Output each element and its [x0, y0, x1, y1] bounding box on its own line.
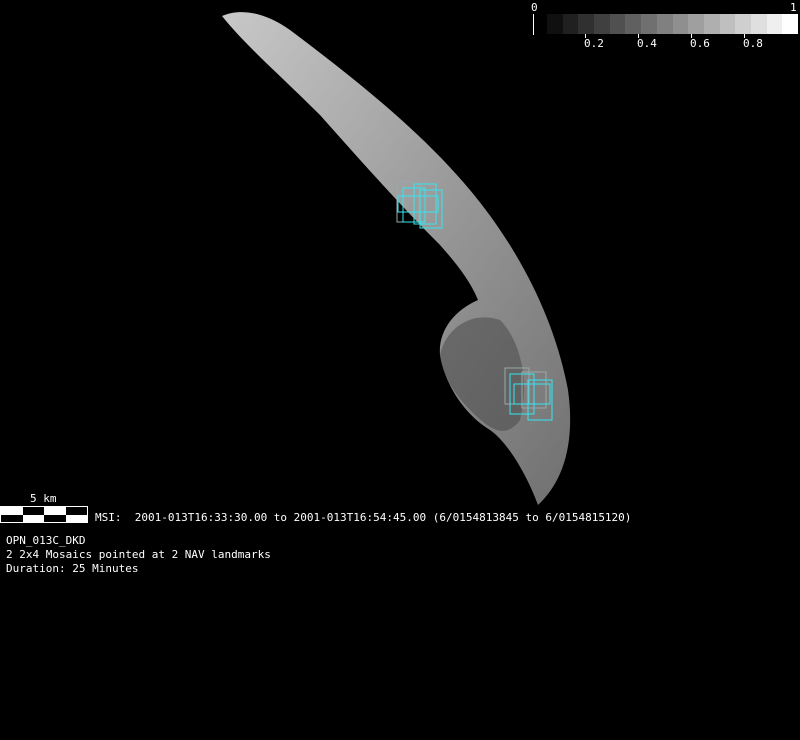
colorbar-swatch: [594, 14, 610, 34]
scale-bar-cell: [1, 514, 23, 522]
scale-bar: [0, 506, 88, 523]
colorbar-swatch: [719, 14, 736, 34]
scale-bar-cell: [44, 514, 66, 522]
colorbar: [547, 14, 798, 34]
observation-duration: Duration: 25 Minutes: [6, 562, 139, 575]
msi-time-range: MSI: 2001-013T16:33:30.00 to 2001-013T16…: [95, 511, 632, 524]
colorbar-swatch: [609, 14, 626, 34]
colorbar-swatch: [578, 14, 595, 34]
msi-observation-view: 0 1 0.2 0.4 0.6 0.8 5 km MSI: 2001-013T1…: [0, 0, 800, 740]
colorbar-swatch: [656, 14, 673, 34]
colorbar-swatch: [688, 14, 704, 34]
colorbar-swatch: [703, 14, 720, 34]
observation-name: OPN_013C_DKD: [6, 534, 86, 547]
colorbar-swatch: [766, 14, 783, 34]
scale-bar-cell: [1, 507, 23, 515]
colorbar-tick-label: 0.8: [743, 37, 763, 50]
scale-bar-cell: [22, 507, 44, 515]
colorbar-swatch: [672, 14, 689, 34]
colorbar-swatch: [641, 14, 657, 34]
scale-bar-cell: [44, 507, 66, 515]
colorbar-swatch: [547, 14, 563, 34]
scale-bar-label: 5 km: [30, 492, 57, 505]
observation-description: 2 2x4 Mosaics pointed at 2 NAV landmarks: [6, 548, 271, 561]
colorbar-swatch: [782, 14, 798, 34]
asteroid-image: [222, 12, 571, 506]
colorbar-tick-label: 0.4: [637, 37, 657, 50]
asteroid-crescent: [222, 12, 571, 506]
colorbar-max-label: 1: [790, 1, 797, 14]
scale-bar-cell: [65, 507, 87, 515]
colorbar-min-tick: [533, 14, 534, 35]
colorbar-min-label: 0: [531, 1, 538, 14]
colorbar-tick-label: 0.6: [690, 37, 710, 50]
scale-bar-cell: [65, 514, 87, 522]
scale-bar-cell: [22, 514, 44, 522]
colorbar-tick-label: 0.2: [584, 37, 604, 50]
colorbar-swatch: [625, 14, 642, 34]
colorbar-swatch: [735, 14, 751, 34]
colorbar-swatch: [562, 14, 579, 34]
colorbar-swatch: [750, 14, 767, 34]
